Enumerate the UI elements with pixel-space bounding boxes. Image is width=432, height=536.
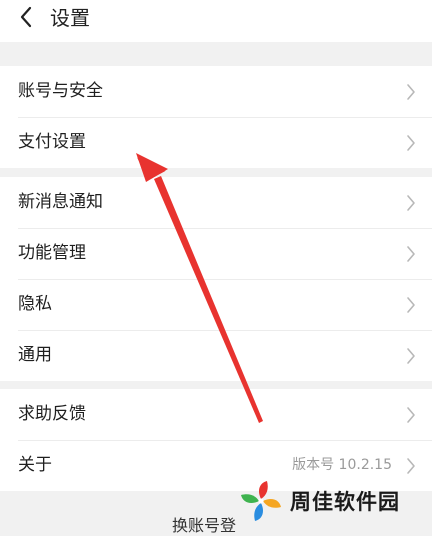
settings-item-features[interactable]: 功能管理	[0, 228, 432, 279]
chevron-left-icon	[20, 6, 32, 28]
chevron-right-icon	[407, 348, 415, 364]
back-button[interactable]	[13, 4, 39, 30]
chevron-right-icon	[407, 407, 415, 423]
switch-account-link[interactable]: 换账号登	[172, 512, 236, 536]
settings-item-label: 关于	[18, 455, 52, 475]
settings-item-payment[interactable]: 支付设置	[0, 117, 432, 168]
settings-item-general[interactable]: 通用	[0, 330, 432, 381]
settings-item-label: 隐私	[18, 294, 52, 314]
settings-item-label: 通用	[18, 345, 52, 365]
settings-group-general: 新消息通知 功能管理 隐私 通用	[0, 177, 432, 381]
chevron-right-icon	[407, 195, 415, 211]
settings-item-label: 求助反馈	[18, 404, 86, 424]
settings-item-label: 账号与安全	[18, 81, 103, 101]
settings-item-label: 功能管理	[18, 243, 86, 263]
top-nav-bar: 设置	[0, 0, 432, 42]
settings-group-account: 账号与安全 支付设置	[0, 66, 432, 168]
settings-group-help: 求助反馈 关于 版本号 10.2.15	[0, 389, 432, 491]
settings-item-help-feedback[interactable]: 求助反馈	[0, 389, 432, 440]
settings-item-privacy[interactable]: 隐私	[0, 279, 432, 330]
chevron-right-icon	[407, 84, 415, 100]
chevron-right-icon	[407, 246, 415, 262]
pinwheel-logo-icon	[241, 481, 281, 521]
page-title: 设置	[50, 6, 90, 30]
watermark-logo: 周佳软件园	[238, 478, 432, 524]
settings-item-label: 支付设置	[18, 132, 86, 152]
chevron-right-icon	[407, 458, 415, 474]
settings-item-notifications[interactable]: 新消息通知	[0, 177, 432, 228]
watermark-text: 周佳软件园	[290, 490, 400, 514]
settings-item-account-security[interactable]: 账号与安全	[0, 66, 432, 117]
chevron-right-icon	[407, 297, 415, 313]
settings-item-label: 新消息通知	[18, 192, 103, 212]
chevron-right-icon	[407, 135, 415, 151]
